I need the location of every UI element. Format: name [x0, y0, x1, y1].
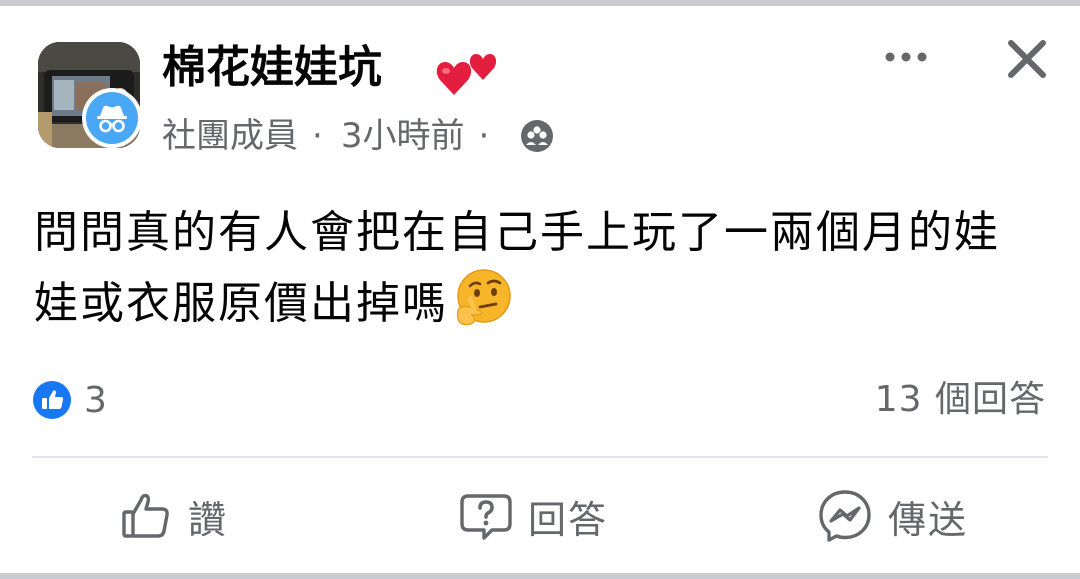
- post-time[interactable]: 3小時前: [341, 113, 465, 159]
- group-members-icon: [521, 120, 554, 152]
- like-reaction-icon: [33, 381, 71, 419]
- meta-separator: ·: [478, 116, 490, 156]
- incognito-icon: [86, 92, 138, 144]
- post-text: 問問真的有人會把在自己手上玩了一兩個月的娃娃或衣服原價出掉嗎: [34, 207, 1000, 329]
- thinking-face-emoji: [456, 269, 511, 326]
- group-avatar-wrap[interactable]: [38, 42, 142, 148]
- like-button[interactable]: 讚: [118, 484, 228, 548]
- answer-label: 回答: [528, 497, 609, 542]
- top-edge-band: [0, 0, 1080, 6]
- send-label: 傳送: [888, 497, 969, 542]
- divider: [32, 456, 1048, 458]
- anonymous-member-badge: [82, 88, 142, 148]
- answer-count[interactable]: 13 個回答: [875, 376, 1046, 424]
- meta-separator: ·: [312, 116, 323, 156]
- reaction-count: 3: [84, 379, 107, 421]
- group-name[interactable]: 棉花娃娃坑: [162, 40, 382, 96]
- reaction-summary[interactable]: 3: [32, 376, 107, 424]
- answer-button[interactable]: 回答: [458, 484, 608, 548]
- close-x-icon[interactable]: [1004, 36, 1050, 82]
- post-meta: 社團成員 · 3小時前 ·: [162, 113, 555, 159]
- bottom-edge-band: [0, 573, 1080, 579]
- messenger-icon: [819, 490, 871, 542]
- like-label: 讚: [188, 497, 229, 542]
- thumbs-up-outline-icon: [122, 493, 169, 538]
- send-button[interactable]: 傳送: [816, 484, 968, 548]
- author-role[interactable]: 社團成員: [162, 113, 298, 159]
- question-bubble-icon: [460, 494, 512, 540]
- two-hearts-icon: [436, 54, 497, 95]
- more-dots-icon[interactable]: [880, 40, 932, 74]
- post-body: 問問真的有人會把在自己手上玩了一兩個月的娃娃或衣服原價出掉嗎: [34, 200, 1044, 337]
